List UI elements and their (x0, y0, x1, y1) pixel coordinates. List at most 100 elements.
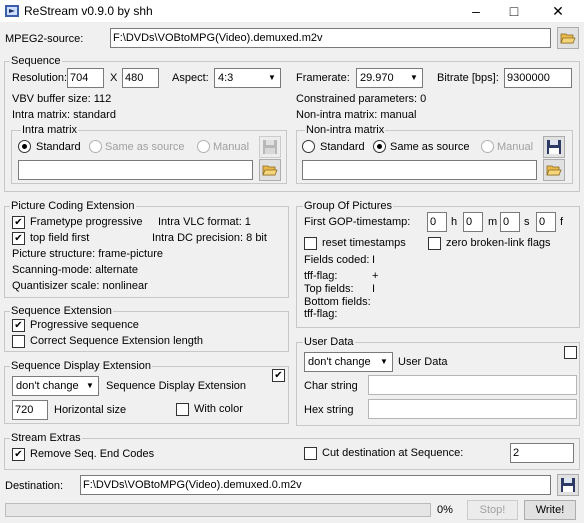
char-string-field[interactable] (368, 375, 577, 395)
cut-destination-checkbox[interactable] (304, 447, 317, 460)
resolution-label: Resolution: (12, 72, 68, 84)
folder-open-icon (262, 165, 278, 176)
source-path-field[interactable]: F:\DVDs\VOBtoMPG(Video).demuxed.m2v (110, 28, 551, 48)
progressive-sequence-label: Progressive sequence (30, 319, 139, 331)
non-intra-matrix-field[interactable] (302, 160, 537, 180)
sequence-extension-title: Sequence Extension (10, 305, 113, 317)
top-field-first-checkbox[interactable] (12, 232, 25, 245)
chevron-down-icon: ▼ (410, 73, 418, 82)
window-title: ReStream v0.9.0 by shh (24, 4, 153, 18)
top-fields-value: I (372, 283, 376, 295)
constrained-info: Constrained parameters: 0 (296, 93, 427, 105)
hex-string-label: Hex string (304, 404, 354, 416)
destination-path-field[interactable]: F:\DVDs\VOBtoMPG(Video).demuxed.0.m2v (80, 475, 551, 495)
non-intra-manual-radio[interactable] (481, 140, 494, 153)
intra-same-as-source-radio[interactable] (89, 140, 102, 153)
top-fields-label: Top fields: (304, 283, 354, 295)
remove-end-codes-checkbox[interactable] (12, 448, 25, 461)
intra-manual-radio[interactable] (197, 140, 210, 153)
picture-structure-info: Picture structure: frame-picture (12, 248, 163, 260)
title-bar[interactable]: ReStream v0.9.0 by shh – □ ✕ (0, 0, 584, 22)
source-label: MPEG2-source: (5, 33, 84, 45)
with-color-checkbox[interactable] (176, 403, 189, 416)
source-open-button[interactable] (557, 27, 579, 49)
height-field[interactable]: 480 (122, 68, 159, 88)
framerate-value: 29.970 (360, 72, 394, 84)
vbv-buffer-info: VBV buffer size: 112 (12, 93, 112, 105)
remove-end-codes-label: Remove Seq. End Codes (30, 448, 155, 460)
non-intra-open-button[interactable] (543, 159, 565, 181)
bitrate-field[interactable]: 9300000 (504, 68, 572, 88)
gop-hours-field[interactable]: 0 (427, 212, 447, 232)
picture-coding-title: Picture Coding Extension (10, 200, 136, 212)
aspect-value: 4:3 (218, 72, 234, 84)
gop-minutes-field[interactable]: 0 (463, 212, 483, 232)
fields-coded-value: I (372, 254, 376, 266)
non-intra-save-button[interactable] (543, 136, 565, 158)
scanning-mode-info: Scanning-mode: alternate (12, 264, 138, 276)
stream-extras-title: Stream Extras (10, 432, 82, 444)
zero-broken-link-checkbox[interactable] (428, 237, 441, 250)
intra-standard-radio[interactable] (18, 140, 31, 153)
save-disk-icon (547, 140, 561, 154)
close-icon[interactable]: ✕ (540, 0, 576, 22)
correct-length-label: Correct Sequence Extension length (30, 335, 204, 347)
maximize-icon[interactable]: □ (496, 0, 532, 22)
progress-bar (5, 503, 431, 517)
sequence-display-enable-checkbox[interactable] (272, 369, 285, 382)
user-data-label: User Data (398, 356, 448, 368)
top-field-first-label: top field first (30, 232, 90, 244)
intra-matrix-field[interactable] (18, 160, 253, 180)
fields-coded-label: Fields coded: (304, 254, 370, 266)
horizontal-size-label: Horizontal size (54, 404, 127, 416)
destination-save-button[interactable] (557, 474, 579, 496)
hex-string-field[interactable] (368, 399, 577, 419)
cut-sequence-field[interactable]: 2 (510, 443, 574, 463)
quantiser-info: Quantisizer scale: nonlinear (12, 280, 148, 292)
width-field[interactable]: 704 (67, 68, 104, 88)
user-data-enable-checkbox[interactable] (564, 346, 577, 359)
reset-timestamps-checkbox[interactable] (304, 237, 317, 250)
gop-timestamp-label: First GOP-timestamp: (304, 216, 411, 228)
zero-broken-link-label: zero broken-link flags (446, 237, 551, 249)
char-string-label: Char string (304, 380, 358, 392)
intra-matrix-title: Intra matrix (21, 124, 79, 136)
tff-flag-2-label: tff-flag: (304, 308, 338, 320)
chevron-down-icon: ▼ (86, 381, 94, 390)
aspect-select[interactable]: 4:3 ▼ (214, 68, 281, 88)
frametype-progressive-checkbox[interactable] (12, 216, 25, 229)
sequence-display-mode-value: don't change (16, 380, 79, 392)
app-icon (4, 3, 20, 22)
folder-open-icon (560, 33, 576, 44)
minimize-icon[interactable]: – (458, 0, 494, 22)
non-intra-manual-label: Manual (497, 141, 534, 153)
progress-percent: 0% (437, 504, 453, 516)
horizontal-size-field[interactable]: 720 (12, 400, 48, 420)
gop-seconds-label: s (524, 216, 530, 228)
destination-label: Destination: (5, 480, 64, 492)
write-button[interactable]: Write! (524, 500, 576, 520)
gop-seconds-field[interactable]: 0 (500, 212, 520, 232)
gop-title: Group Of Pictures (303, 200, 394, 212)
intra-manual-label: Manual (213, 141, 250, 153)
sequence-group-title: Sequence (10, 55, 62, 67)
chevron-down-icon: ▼ (268, 73, 276, 82)
intra-open-button[interactable] (259, 159, 281, 181)
non-intra-standard-radio[interactable] (302, 140, 315, 153)
gop-minutes-label: m (488, 216, 498, 228)
user-data-mode-select[interactable]: don't change ▼ (304, 352, 393, 372)
non-intra-same-as-source-radio[interactable] (373, 140, 386, 153)
stop-button[interactable]: Stop! (467, 500, 518, 520)
correct-length-checkbox[interactable] (12, 335, 25, 348)
folder-open-icon (546, 165, 562, 176)
framerate-select[interactable]: 29.970 ▼ (356, 68, 423, 88)
progressive-sequence-checkbox[interactable] (12, 319, 25, 332)
resolution-x-label: X (110, 72, 118, 84)
intra-save-button[interactable] (259, 136, 281, 158)
sequence-display-mode-select[interactable]: don't change ▼ (12, 376, 99, 396)
chevron-down-icon: ▼ (380, 357, 388, 366)
non-intra-standard-label: Standard (320, 141, 365, 153)
cut-destination-label: Cut destination at Sequence: (322, 447, 464, 459)
framerate-label: Framerate: (296, 72, 350, 84)
gop-frames-field[interactable]: 0 (536, 212, 556, 232)
